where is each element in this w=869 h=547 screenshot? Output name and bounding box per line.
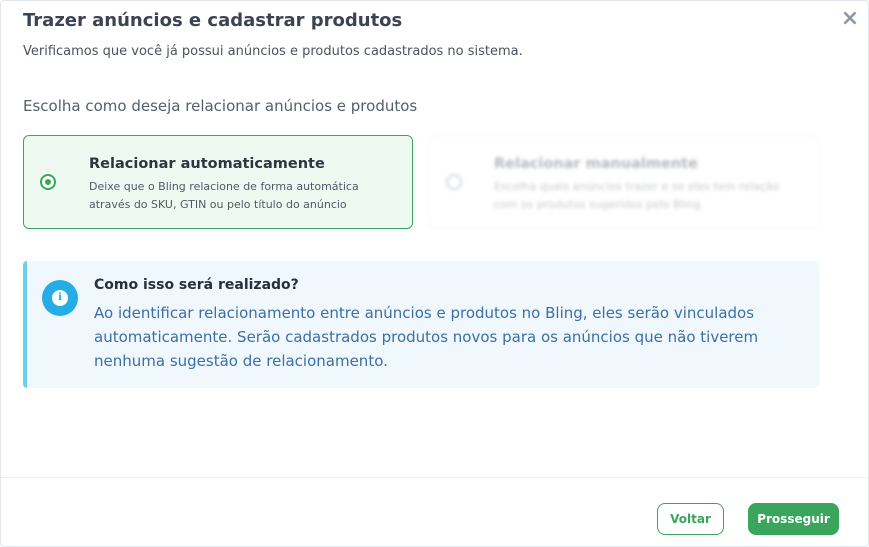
radio-automatic[interactable]: [40, 174, 56, 190]
info-icon: i: [42, 280, 78, 316]
info-title: Como isso será realizado?: [94, 277, 299, 293]
option-card-automatic[interactable]: Relacionar automaticamente Deixe que o B…: [23, 135, 413, 229]
choose-label: Escolha como deseja relacionar anúncios …: [23, 97, 418, 115]
close-icon[interactable]: ×: [839, 8, 861, 30]
option-card-manual[interactable]: Relacionar manualmente Escolha quais anú…: [429, 135, 819, 229]
info-icon-glyph: i: [52, 290, 68, 306]
radio-manual[interactable]: [446, 174, 462, 190]
info-body: Ao identificar relacionamento entre anún…: [94, 304, 759, 370]
modal-footer: Voltar Prosseguir: [1, 477, 868, 547]
radio-selected-dot: [45, 179, 51, 185]
modal-title: Trazer anúncios e cadastrar produtos: [23, 10, 403, 31]
proceed-button[interactable]: Prosseguir: [748, 503, 839, 535]
modal-subtitle: Verificamos que você já possui anúncios …: [23, 44, 523, 59]
modal-dialog: Trazer anúncios e cadastrar produtos × V…: [0, 0, 869, 547]
option-title-manual: Relacionar manualmente: [494, 156, 698, 172]
option-description-manual: Escolha quais anúncios trazer e se eles …: [494, 180, 780, 211]
option-title-automatic: Relacionar automaticamente: [89, 156, 325, 172]
info-box: i Como isso será realizado? Ao identific…: [23, 261, 819, 388]
option-description-automatic: Deixe que o Bling relacione de forma aut…: [89, 180, 359, 211]
back-button[interactable]: Voltar: [657, 503, 724, 535]
